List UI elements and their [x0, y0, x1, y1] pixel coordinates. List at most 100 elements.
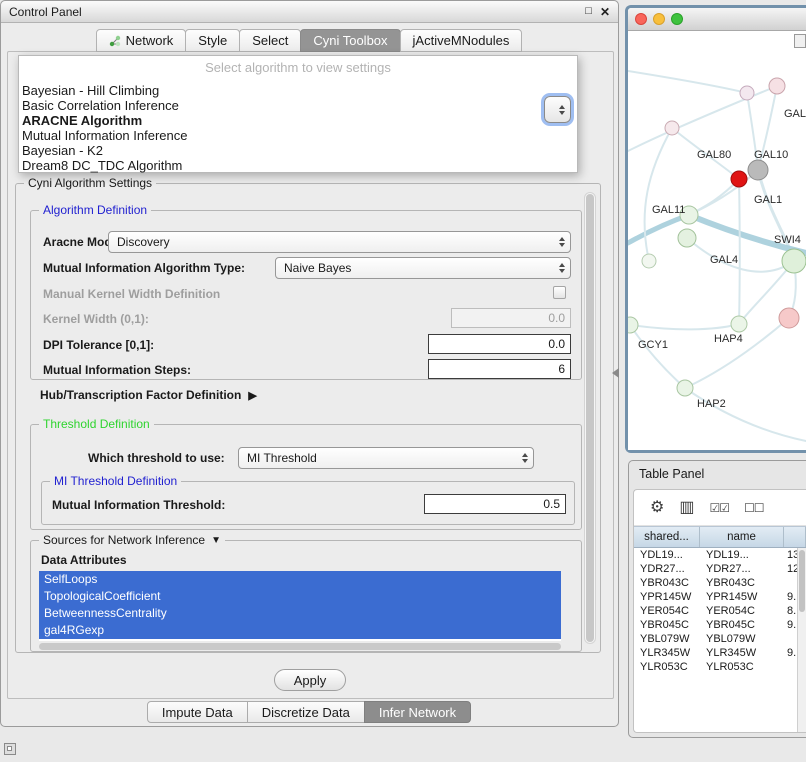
network-node[interactable] — [677, 380, 693, 396]
network-node[interactable] — [731, 171, 747, 187]
network-window-titlebar[interactable] — [628, 8, 806, 31]
table-cell: 13 — [784, 549, 797, 561]
table-cell: YLR053C — [634, 661, 700, 673]
select-all-icon[interactable]: ☑☑ — [709, 502, 729, 514]
network-node[interactable] — [628, 317, 638, 333]
aracne-mode-select[interactable]: Discovery — [108, 231, 571, 253]
algorithm-option-bayesian-k2[interactable]: Bayesian - K2 — [19, 143, 577, 158]
table-row[interactable]: YBR045CYBR045C9. — [634, 618, 797, 632]
node-label: HAP2 — [697, 398, 726, 410]
network-node[interactable] — [731, 316, 747, 332]
which-threshold-label: Which threshold to use: — [88, 451, 225, 465]
float-window-icon[interactable]: □ — [585, 5, 592, 19]
algorithm-option-bayesian-hill-climbing[interactable]: Bayesian - Hill Climbing — [19, 83, 577, 98]
table-row[interactable]: YBR043CYBR043C — [634, 576, 797, 590]
network-node[interactable] — [748, 160, 768, 180]
table-row[interactable]: YLR345WYLR345W9. — [634, 646, 797, 660]
column-header-shared[interactable]: shared... — [634, 527, 700, 547]
tab-select[interactable]: Select — [239, 29, 301, 52]
column-header-name[interactable]: name — [700, 527, 784, 547]
manual-kernel-width-checkbox[interactable] — [553, 286, 566, 299]
tab-style[interactable]: Style — [185, 29, 240, 52]
table-row[interactable]: YER054CYER054C8. — [634, 604, 797, 618]
tab-jactivemnodules[interactable]: jActiveMNodules — [400, 29, 523, 52]
zoom-traffic-light-icon[interactable] — [671, 13, 683, 25]
combo-arrows-icon — [559, 263, 565, 273]
manual-kernel-width-label: Manual Kernel Width Definition — [43, 287, 220, 301]
tab-network[interactable]: Network — [96, 29, 187, 52]
dpi-tolerance-field[interactable]: 0.0 — [428, 334, 571, 354]
column-browser-icon[interactable]: ▥ — [679, 500, 694, 516]
table-cell: YER054C — [634, 605, 700, 617]
network-node[interactable] — [678, 229, 696, 247]
birdseye-toggle-button[interactable] — [794, 34, 806, 48]
bottom-tab-discretize-data[interactable]: Discretize Data — [247, 701, 365, 723]
algorithm-option-basic-correlation-inference[interactable]: Basic Correlation Inference — [19, 98, 577, 113]
network-node[interactable] — [782, 249, 806, 273]
minimized-window-icon[interactable] — [4, 743, 16, 755]
attributes-horizontal-scrollbar[interactable] — [39, 643, 561, 650]
mi-algorithm-type-select[interactable]: Naive Bayes — [275, 257, 571, 279]
sources-section-header[interactable]: Sources for Network Inference ▼ — [39, 533, 225, 547]
table-cell: YLR345W — [634, 647, 700, 659]
table-row[interactable]: YDL19...YDL19...13 — [634, 548, 797, 562]
panel-collapse-arrow-icon[interactable] — [612, 368, 619, 378]
algorithm-option-aracne-algorithm[interactable]: ARACNE Algorithm — [19, 113, 577, 128]
table-row[interactable]: YLR053CYLR053C — [634, 660, 797, 674]
mi-threshold-label: Mutual Information Threshold: — [52, 498, 225, 512]
network-graph: GALGAL80GAL10GAL11GAL1SWI4GAL4GCY1HAP4HA… — [628, 31, 806, 450]
network-node[interactable] — [740, 86, 754, 100]
table-vertical-scrollbar[interactable] — [797, 548, 806, 732]
close-traffic-light-icon[interactable] — [635, 13, 647, 25]
attribute-item-selfloops[interactable]: SelfLoops — [39, 571, 561, 588]
network-node[interactable] — [779, 308, 799, 328]
minimize-traffic-light-icon[interactable] — [653, 13, 665, 25]
bottom-tab-impute-data[interactable]: Impute Data — [147, 701, 248, 723]
mi-threshold-definition-title: MI Threshold Definition — [50, 474, 181, 488]
combo-arrows-icon — [559, 105, 565, 115]
data-attributes-list[interactable]: SelfLoopsTopologicalCoefficientBetweenne… — [39, 571, 561, 641]
scrollbar-thumb[interactable] — [799, 550, 805, 612]
tab-cyni-toolbox[interactable]: Cyni Toolbox — [300, 29, 400, 52]
table-cell: YDL19... — [700, 549, 784, 561]
network-node[interactable] — [642, 254, 656, 268]
close-icon[interactable]: ✕ — [600, 5, 610, 19]
mi-steps-label: Mutual Information Steps: — [43, 363, 191, 377]
table-header-row: shared...name — [634, 526, 806, 548]
which-threshold-select[interactable]: MI Threshold — [238, 447, 534, 469]
settings-gear-icon[interactable]: ⚙ — [650, 500, 664, 516]
table-row[interactable]: YBL079WYBL079W — [634, 632, 797, 646]
attribute-item-betweennesscentrality[interactable]: BetweennessCentrality — [39, 605, 561, 622]
table-toolbar: ⚙ ▥ ☑☑ ☐☐ — [634, 490, 806, 526]
table-row[interactable]: YDR27...YDR27...12 — [634, 562, 797, 576]
attribute-item-topologicalcoefficient[interactable]: TopologicalCoefficient — [39, 588, 561, 605]
network-edge — [630, 325, 685, 388]
table-panel-content: ⚙▥☑☑☐☐ shared...name YDL19...YDL19...13Y… — [633, 489, 806, 733]
algorithm-placeholder-option[interactable]: Select algorithm to view settings — [19, 59, 577, 77]
network-node[interactable] — [769, 78, 785, 94]
mi-threshold-field[interactable]: 0.5 — [424, 494, 566, 514]
bottom-tab-infer-network[interactable]: Infer Network — [364, 701, 471, 723]
network-node[interactable] — [665, 121, 679, 135]
collapse-arrow-icon[interactable]: ▼ — [211, 535, 221, 546]
node-label: GAL4 — [710, 254, 738, 266]
attribute-item-gal4rgexp[interactable]: gal4RGexp — [39, 622, 561, 639]
algorithm-option-dream8-dc-tdc-algorithm[interactable]: Dream8 DC_TDC Algorithm — [19, 158, 577, 173]
table-cell: YBR043C — [634, 577, 700, 589]
network-canvas[interactable]: GALGAL80GAL10GAL11GAL1SWI4GAL4GCY1HAP4HA… — [628, 31, 806, 450]
algorithm-combobox-button[interactable] — [544, 96, 571, 123]
scrollbar-thumb[interactable] — [586, 194, 594, 642]
algorithm-dropdown-popup: Select algorithm to view settings Bayesi… — [18, 55, 578, 173]
hub-transcription-factor-section[interactable]: Hub/Transcription Factor Definition ▶ — [40, 388, 257, 402]
table-row[interactable]: YPR145WYPR145W9. — [634, 590, 797, 604]
settings-scrollbar[interactable] — [584, 192, 596, 644]
algorithm-option-mutual-information-inference[interactable]: Mutual Information Inference — [19, 128, 577, 143]
expand-arrow-icon[interactable]: ▶ — [248, 389, 256, 402]
control-panel-titlebar[interactable]: Control Panel □ ✕ — [1, 1, 618, 23]
mi-steps-field[interactable]: 6 — [428, 359, 571, 379]
column-header-extra[interactable] — [784, 527, 806, 547]
apply-button[interactable]: Apply — [274, 669, 346, 691]
deselect-all-icon[interactable]: ☐☐ — [744, 502, 764, 514]
table-cell: YBR045C — [634, 619, 700, 631]
minimized-window-inner-icon — [7, 746, 12, 751]
